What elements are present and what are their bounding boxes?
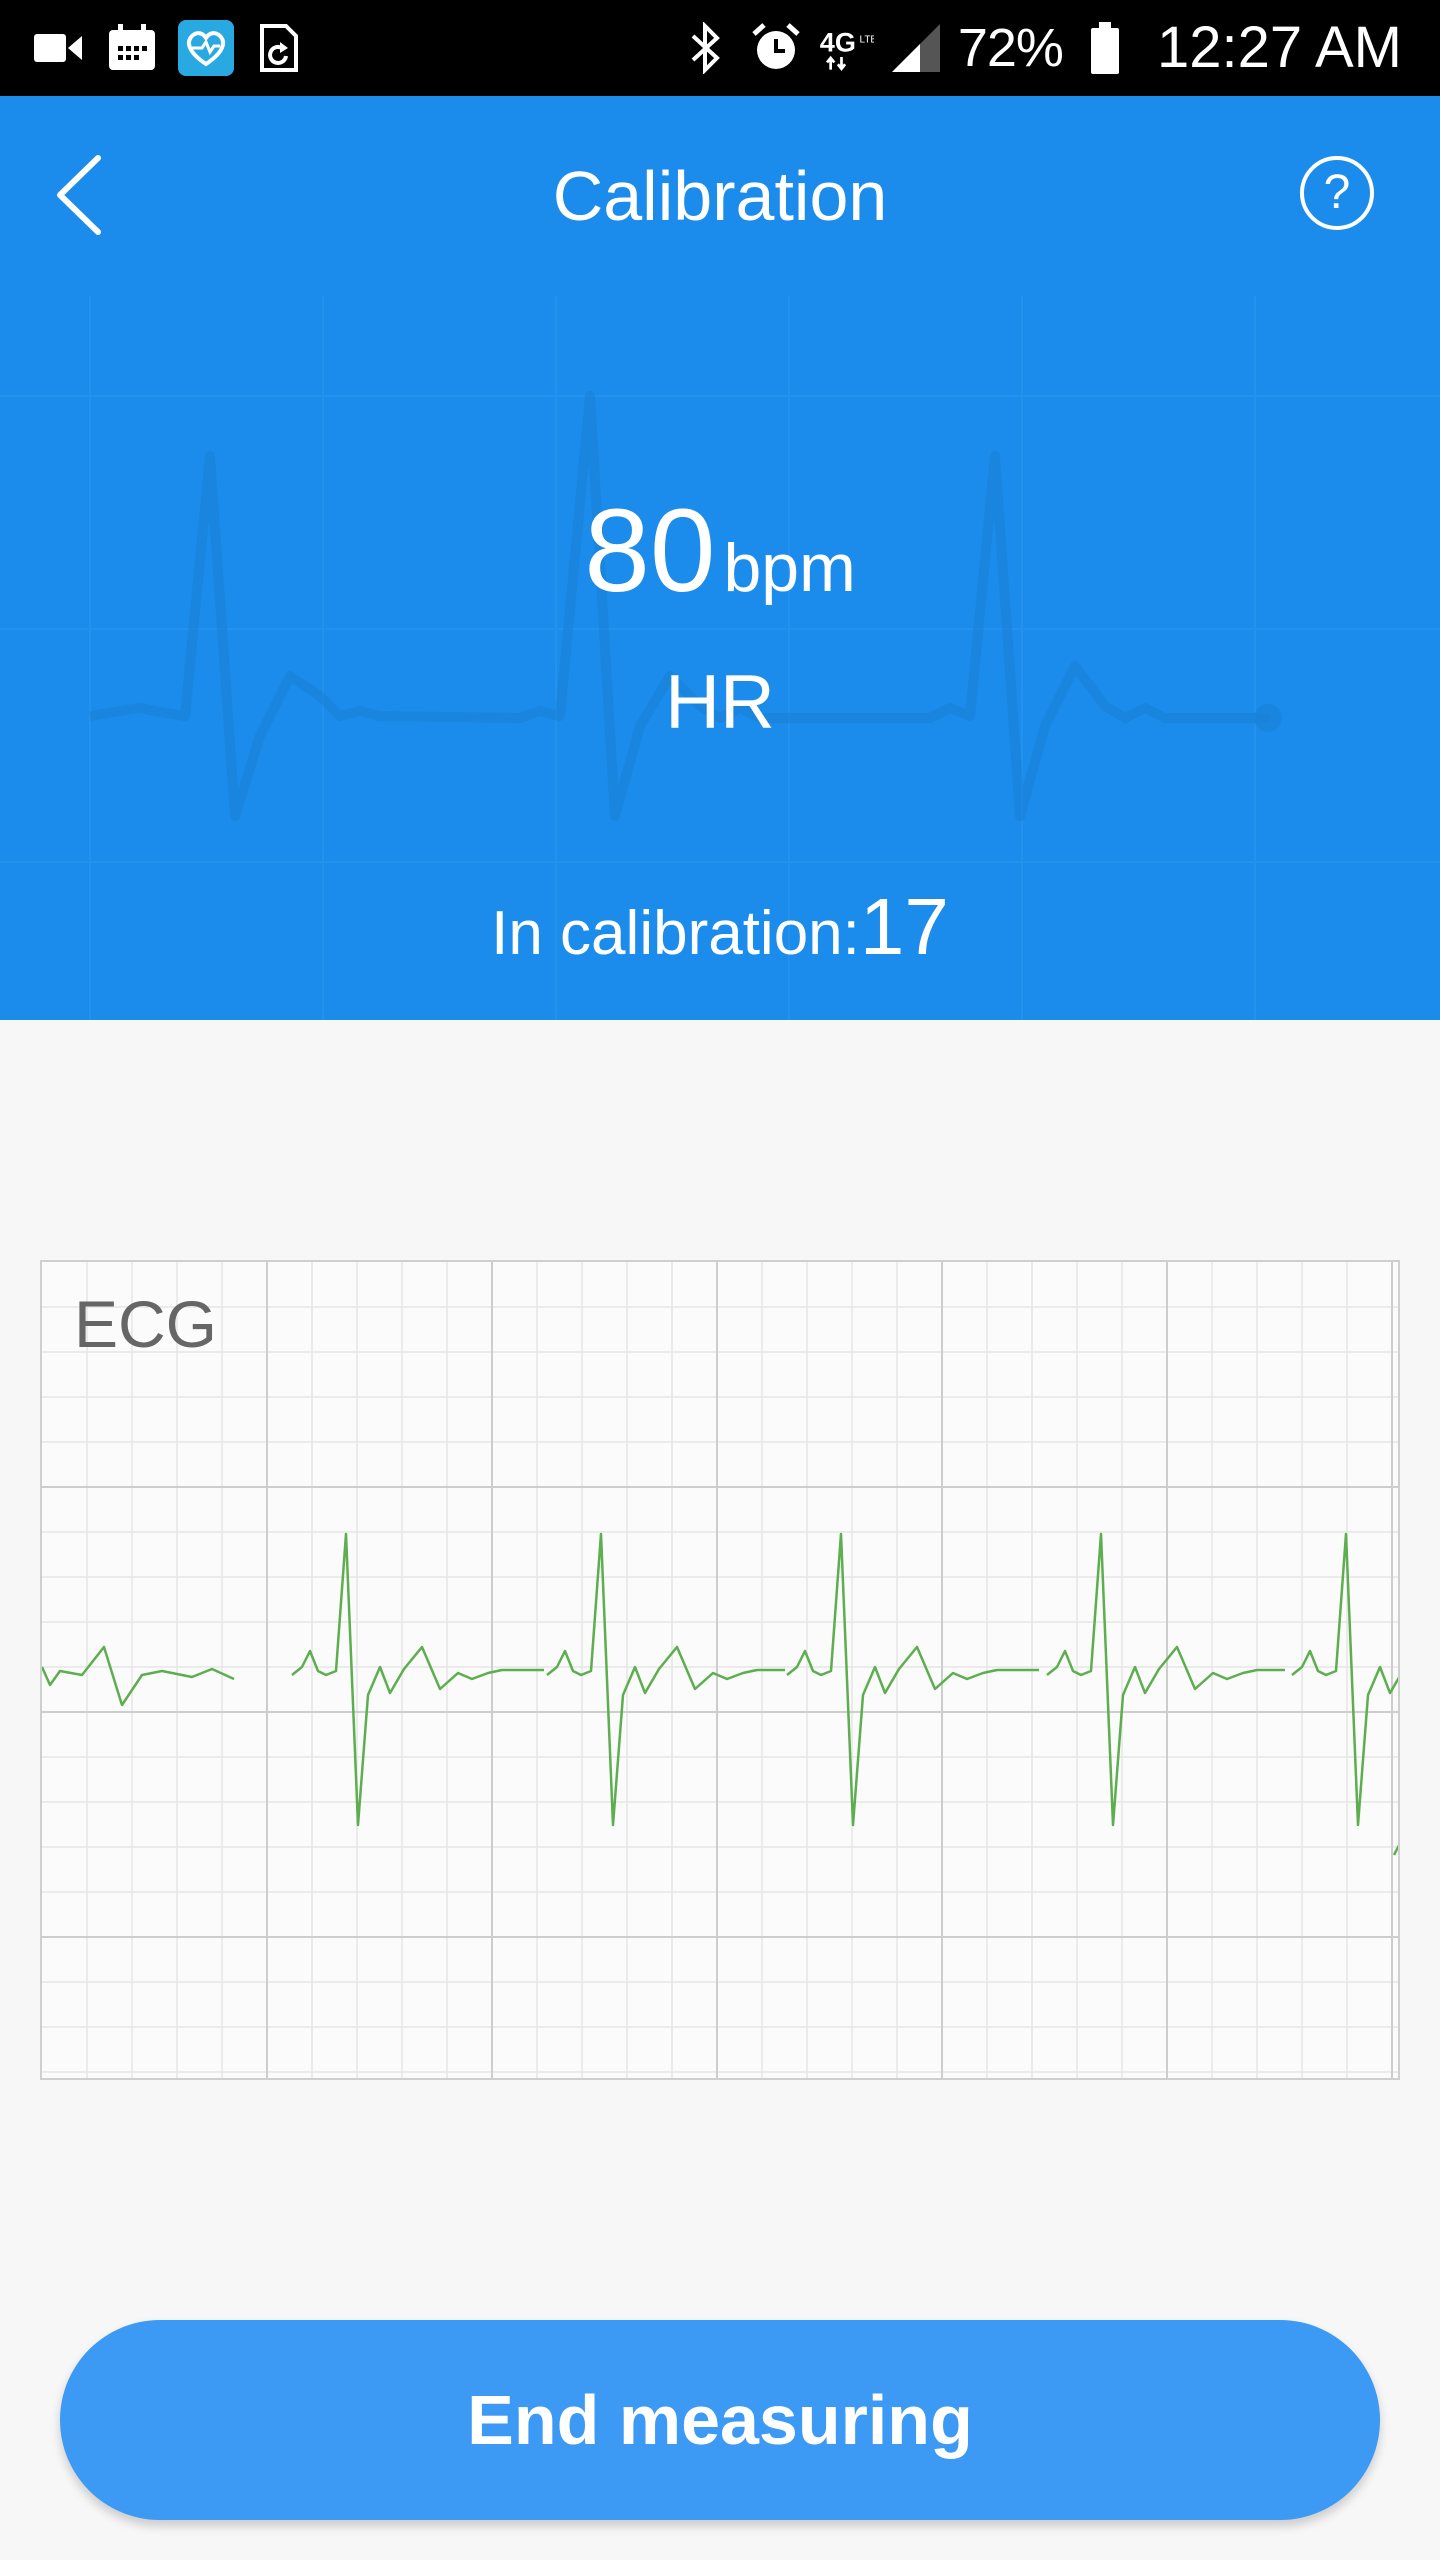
battery-percentage: 72% [957,18,1064,78]
help-button[interactable]: ? [1300,156,1374,230]
question-icon: ? [1323,166,1351,219]
calibration-status: In calibration:17 [0,882,1440,979]
heart-rate-unit: bpm [723,530,856,606]
calibration-countdown: 17 [859,882,949,971]
ecg-panel: ECG [40,1260,1400,2080]
calendar-icon [104,20,160,76]
ecg-chart [42,1262,1398,2078]
clock: 12:27 AM [1156,15,1402,80]
svg-text:4G: 4G [820,27,856,58]
battery-icon [1077,20,1133,76]
alarm-icon [748,20,804,76]
calibration-header: Calibration ? 80 bpm HR In calibration:17 [0,96,1440,1020]
network-4g-lte-icon: 4G LTE [818,20,874,76]
ecg-label: ECG [74,1287,218,1361]
sync-document-icon [252,20,308,76]
bluetooth-icon [678,20,734,76]
ecg-trace [42,1532,1398,1856]
page-title: Calibration [552,157,888,235]
status-bar: 4G LTE 72% 12:27 AM [0,0,1440,96]
end-measuring-button[interactable]: End measuring [60,2320,1380,2520]
heart-rate-value: 80 [584,485,716,617]
video-camera-icon [30,20,86,76]
calibration-label: In calibration: [491,899,860,968]
svg-text:LTE: LTE [859,35,873,46]
status-bar-notifications [30,18,308,78]
heart-app-icon [178,20,234,76]
heart-rate-label: HR [665,660,775,745]
app-bar: Calibration ? [0,96,1440,296]
calibration-screen: 4G LTE 72% 12:27 AM [0,0,1440,2560]
status-bar-system: 4G LTE 72% 12:27 AM [678,18,1402,78]
heart-rate-readout: 80 bpm [0,486,1440,633]
signal-icon [888,20,944,76]
